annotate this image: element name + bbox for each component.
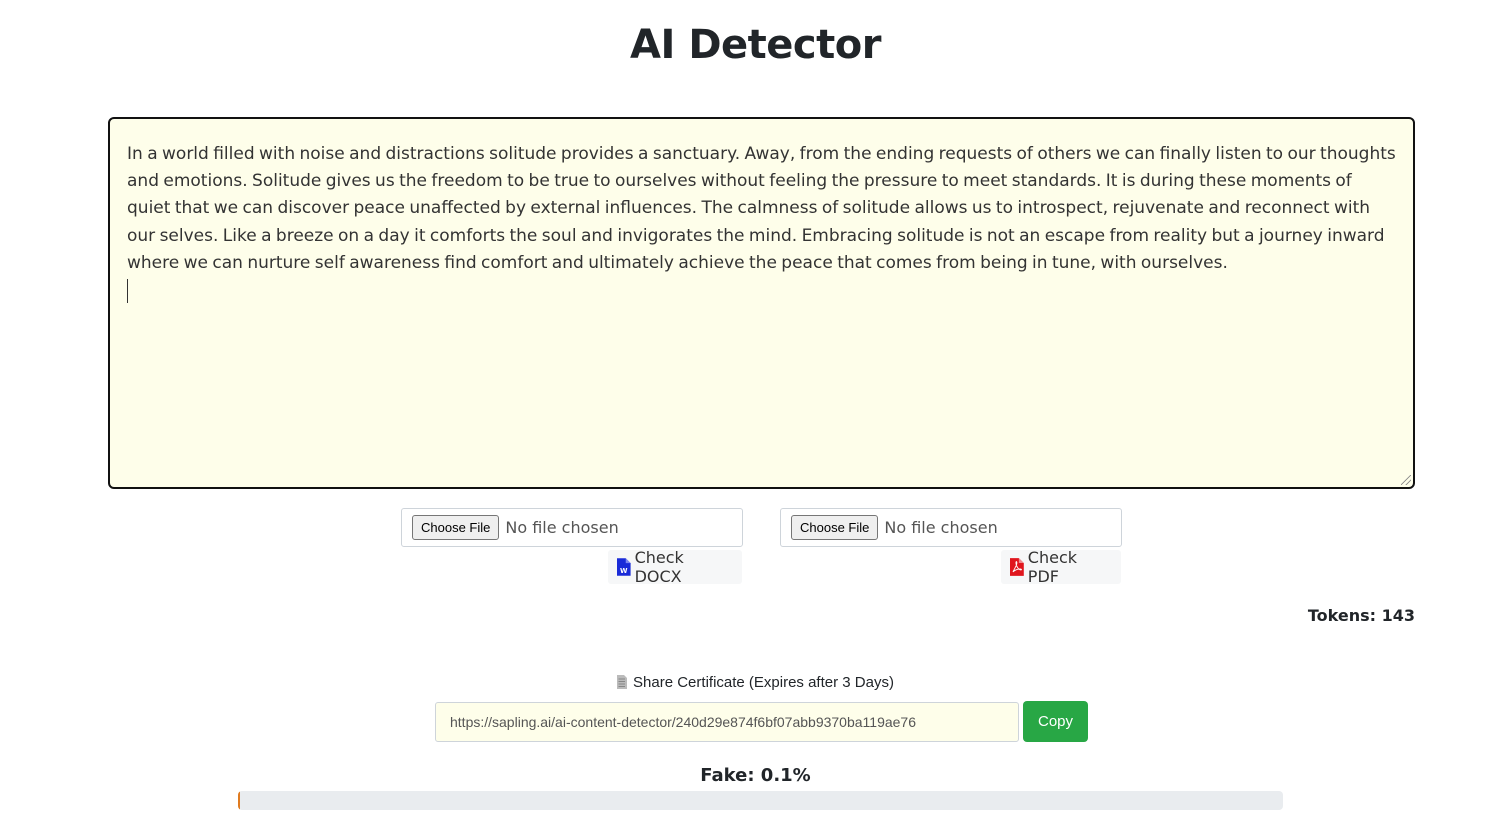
check-pdf-label: Check PDF <box>1027 548 1078 586</box>
pdf-choose-file-button[interactable]: Choose File <box>791 515 879 540</box>
document-icon <box>617 675 628 689</box>
copy-button[interactable]: Copy <box>1023 701 1088 742</box>
fake-score-progress-bar <box>238 791 1283 810</box>
word-file-icon: W <box>617 558 631 576</box>
docx-choose-file-button[interactable]: Choose File <box>412 515 500 540</box>
resize-handle[interactable] <box>1401 475 1411 485</box>
text-input-area[interactable]: In a world filled with noise and distrac… <box>108 117 1415 489</box>
pdf-file-icon <box>1010 558 1024 576</box>
ai-detector-page: AI Detector In a world filled with noise… <box>0 0 1511 840</box>
certificate-url-field[interactable]: https://sapling.ai/ai-content-detector/2… <box>435 702 1019 742</box>
check-docx-button[interactable]: W Check DOCX <box>608 548 742 586</box>
fake-score-label: Fake: 0.1% <box>700 765 811 786</box>
check-docx-label: Check DOCX <box>634 548 684 586</box>
editor-text: In a world filled with noise and distrac… <box>127 144 1396 273</box>
share-certificate-label: Share Certificate (Expires after 3 Days) <box>0 674 1511 691</box>
text-caret <box>127 279 128 304</box>
svg-text:W: W <box>620 567 628 575</box>
share-certificate-text: Share Certificate (Expires after 3 Days) <box>633 674 894 691</box>
pdf-file-input[interactable]: Choose File No file chosen <box>780 508 1122 547</box>
docx-file-status: No file chosen <box>505 518 619 537</box>
docx-file-input[interactable]: Choose File No file chosen <box>401 508 743 547</box>
token-count: Tokens: 143 <box>1307 606 1415 625</box>
fake-score-progress-fill <box>238 791 240 810</box>
check-pdf-button[interactable]: Check PDF <box>1001 548 1121 586</box>
page-title: AI Detector <box>630 22 881 68</box>
pdf-file-status: No file chosen <box>884 518 998 537</box>
